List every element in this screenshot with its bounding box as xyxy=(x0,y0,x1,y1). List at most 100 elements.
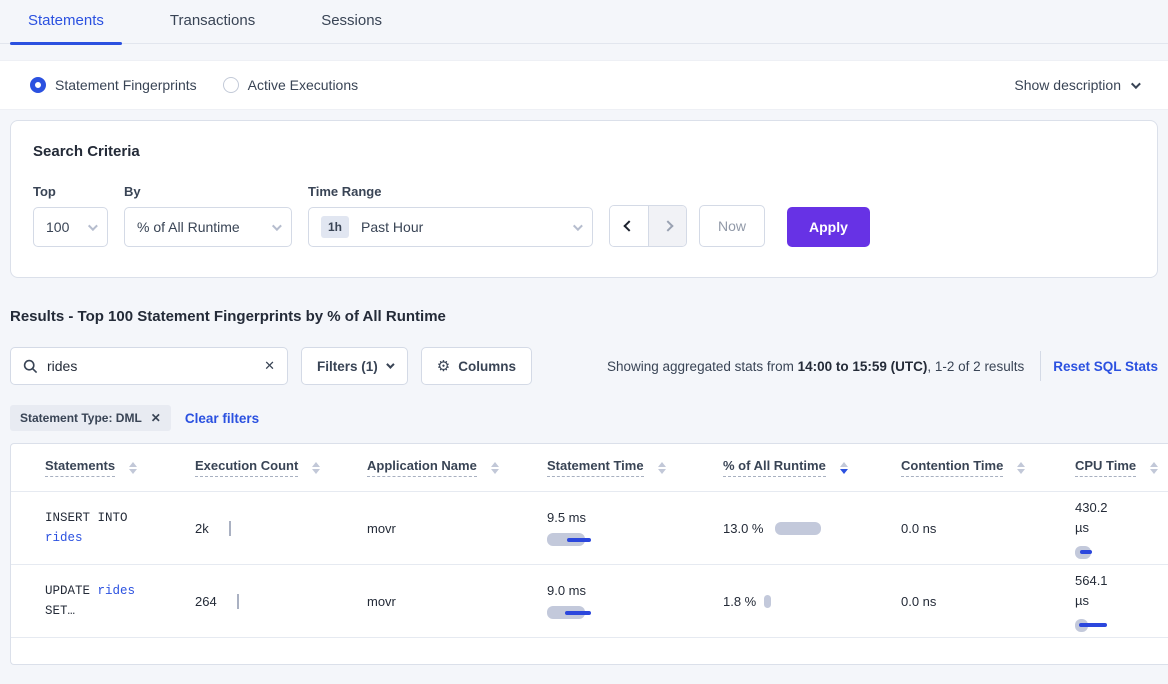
table-header-row: Statements Execution Count Application N… xyxy=(11,444,1168,492)
sort-icons[interactable] xyxy=(129,462,137,474)
column-header-contention-time[interactable]: Contention Time xyxy=(901,458,1075,477)
tab-statements[interactable]: Statements xyxy=(28,0,104,43)
statement-time-cell: 9.5 ms xyxy=(547,510,723,546)
panel-title: Search Criteria xyxy=(33,143,1135,160)
table-row: INSERT INTO rides 2k movr 9.5 ms 13.0 % … xyxy=(11,492,1168,565)
radio-statement-fingerprints[interactable]: Statement Fingerprints xyxy=(30,77,197,93)
sort-icons[interactable] xyxy=(1150,462,1158,474)
column-header-application-name[interactable]: Application Name xyxy=(367,458,547,477)
time-range-field: Time Range 1h Past Hour xyxy=(308,184,593,247)
execution-count-bar xyxy=(229,521,231,536)
statement-link[interactable]: rides xyxy=(45,531,83,545)
radio-unselected-icon xyxy=(223,77,239,93)
stats-summary: Showing aggregated stats from 14:00 to 1… xyxy=(607,359,1024,374)
time-nav-arrows xyxy=(609,205,687,247)
tab-transactions[interactable]: Transactions xyxy=(170,0,255,43)
search-icon xyxy=(23,359,38,374)
statement-fingerprint-cell[interactable]: UPDATE rides SET… xyxy=(45,581,195,621)
results-title: Results - Top 100 Statement Fingerprints… xyxy=(10,308,1158,325)
column-header-pct-all-runtime[interactable]: % of All Runtime xyxy=(723,458,901,477)
results-toolbar: ✕ Filters (1) ⚙ Columns Showing aggregat… xyxy=(10,347,1158,385)
search-box[interactable]: ✕ xyxy=(10,347,288,385)
radio-selected-icon xyxy=(30,77,46,93)
top-field: Top 100 xyxy=(33,184,108,247)
radio-label: Active Executions xyxy=(248,77,359,93)
statement-time-bar xyxy=(547,606,723,619)
chevron-right-icon xyxy=(662,220,673,231)
by-label: By xyxy=(124,184,292,199)
remove-filter-icon[interactable]: ✕ xyxy=(151,411,161,425)
radio-label: Statement Fingerprints xyxy=(55,77,197,93)
filter-chip-statement-type[interactable]: Statement Type: DML ✕ xyxy=(10,405,171,431)
chevron-down-icon xyxy=(573,221,583,231)
sort-icons[interactable] xyxy=(312,462,320,474)
execution-count-cell: 2k xyxy=(195,521,367,536)
execution-count-cell: 264 xyxy=(195,594,367,609)
cpu-time-cell: 564.1 µs xyxy=(1075,571,1165,632)
filters-button[interactable]: Filters (1) xyxy=(301,347,408,385)
statement-time-bar xyxy=(547,533,723,546)
top-select[interactable]: 100 xyxy=(33,207,108,247)
time-range-badge: 1h xyxy=(321,216,349,238)
contention-time-cell: 0.0 ns xyxy=(901,521,1075,536)
columns-button[interactable]: ⚙ Columns xyxy=(421,347,532,385)
sort-icons[interactable] xyxy=(1017,462,1025,474)
now-button[interactable]: Now xyxy=(699,205,765,247)
next-time-button[interactable] xyxy=(648,206,686,246)
by-field: By % of All Runtime xyxy=(124,184,292,247)
sort-icons[interactable] xyxy=(658,462,666,474)
tab-sessions[interactable]: Sessions xyxy=(321,0,382,43)
radio-active-executions[interactable]: Active Executions xyxy=(223,77,359,93)
search-criteria-panel: Search Criteria Top 100 By % of All Runt… xyxy=(10,120,1158,278)
view-toggle-bar: Statement Fingerprints Active Executions… xyxy=(0,60,1168,110)
clear-search-icon[interactable]: ✕ xyxy=(264,358,275,374)
chevron-down-icon xyxy=(1131,79,1141,89)
top-value: 100 xyxy=(46,219,69,235)
time-range-value: Past Hour xyxy=(361,219,423,235)
filters-label: Filters (1) xyxy=(317,359,378,374)
reset-sql-stats-link[interactable]: Reset SQL Stats xyxy=(1053,359,1158,374)
sort-icons-active-desc[interactable] xyxy=(840,462,848,474)
statement-time-cell: 9.0 ms xyxy=(547,583,723,619)
by-value: % of All Runtime xyxy=(137,219,240,235)
time-range-label: Time Range xyxy=(308,184,593,199)
table-row: UPDATE rides SET… 264 movr 9.0 ms 1.8 % … xyxy=(11,565,1168,638)
divider xyxy=(1040,351,1041,381)
filter-chip-label: Statement Type: DML xyxy=(20,411,142,425)
statements-table: Statements Execution Count Application N… xyxy=(10,443,1168,665)
statement-link[interactable]: rides xyxy=(98,584,136,598)
chevron-down-icon xyxy=(386,360,394,368)
statement-fingerprint-cell[interactable]: INSERT INTO rides xyxy=(45,508,195,548)
top-label: Top xyxy=(33,184,108,199)
pct-runtime-cell: 1.8 % xyxy=(723,592,901,611)
cpu-time-bar xyxy=(1075,619,1165,632)
column-header-statements[interactable]: Statements xyxy=(45,458,195,477)
filter-chip-row: Statement Type: DML ✕ Clear filters xyxy=(10,405,1158,431)
chevron-left-icon xyxy=(623,220,634,231)
column-header-statement-time[interactable]: Statement Time xyxy=(547,458,723,477)
clear-filters-link[interactable]: Clear filters xyxy=(185,411,259,426)
top-tab-bar: Statements Transactions Sessions xyxy=(0,0,1168,44)
apply-button[interactable]: Apply xyxy=(787,207,870,247)
cpu-time-cell: 430.2 µs xyxy=(1075,498,1165,559)
columns-label: Columns xyxy=(458,359,516,374)
sort-icons[interactable] xyxy=(491,462,499,474)
prev-time-button[interactable] xyxy=(610,206,648,246)
cpu-time-bar xyxy=(1075,546,1165,559)
pct-runtime-bar xyxy=(775,522,821,535)
column-header-cpu-time[interactable]: CPU Time xyxy=(1075,458,1165,477)
pct-runtime-bar xyxy=(764,595,771,608)
time-range-select[interactable]: 1h Past Hour xyxy=(308,207,593,247)
gear-icon: ⚙ xyxy=(437,357,450,375)
column-header-execution-count[interactable]: Execution Count xyxy=(195,458,367,477)
search-input[interactable] xyxy=(47,358,264,374)
show-description-toggle[interactable]: Show description xyxy=(1014,77,1138,93)
application-name-cell: movr xyxy=(367,521,547,536)
pct-runtime-cell: 13.0 % xyxy=(723,519,901,538)
show-description-label: Show description xyxy=(1014,77,1121,93)
chevron-down-icon xyxy=(272,221,282,231)
chevron-down-icon xyxy=(88,221,98,231)
execution-count-bar xyxy=(237,594,239,609)
application-name-cell: movr xyxy=(367,594,547,609)
by-select[interactable]: % of All Runtime xyxy=(124,207,292,247)
